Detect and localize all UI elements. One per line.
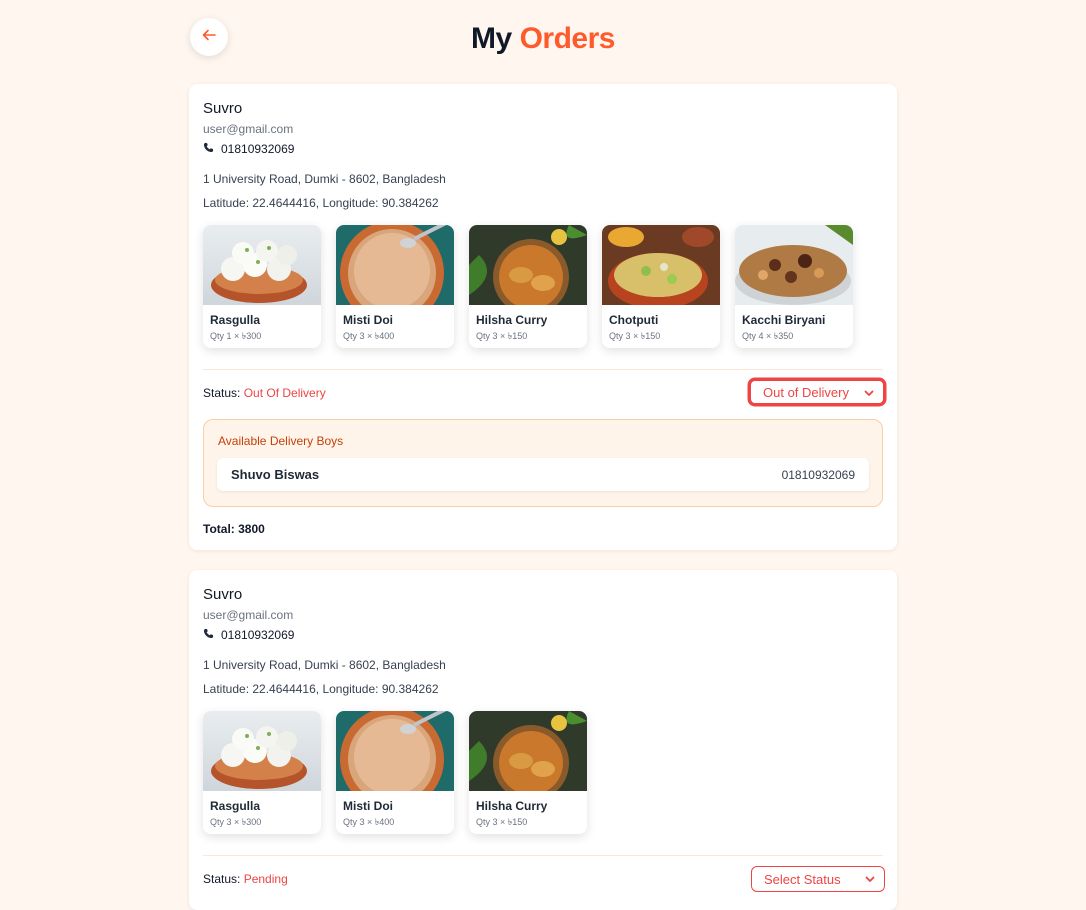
misti-doi-image	[336, 225, 454, 305]
status-value: Out Of Delivery	[243, 386, 326, 400]
kacchi-biryani-image	[735, 225, 853, 305]
order-item: Misti Doi Qty 3 × ৳400	[336, 711, 454, 834]
item-quantity: Qty 1 × ৳300	[210, 331, 262, 341]
item-quantity: Qty 4 × ৳350	[742, 331, 794, 341]
status-select[interactable]: Select Status	[751, 866, 885, 892]
customer-coordinates: Latitude: 22.4644416, Longitude: 90.3842…	[203, 196, 439, 210]
customer-name: Suvro	[203, 586, 243, 603]
item-name: Misti Doi	[343, 799, 393, 813]
delivery-boys-title: Available Delivery Boys	[218, 434, 344, 448]
rasgulla-image	[203, 711, 321, 791]
hilsha-curry-image	[469, 225, 587, 305]
divider	[203, 369, 883, 370]
item-quantity: Qty 3 × ৳150	[476, 817, 528, 827]
order-item: Hilsha Curry Qty 3 × ৳150	[469, 711, 587, 834]
customer-phone: 01810932069	[203, 142, 294, 156]
item-name: Hilsha Curry	[476, 313, 548, 327]
order-item: Rasgulla Qty 1 × ৳300	[203, 225, 321, 348]
status-select[interactable]: Out of Delivery	[749, 379, 885, 405]
delivery-boy-row[interactable]: Shuvo Biswas 01810932069	[217, 458, 869, 491]
order-card: Suvro user@gmail.com 01810932069 1 Unive…	[189, 570, 897, 910]
status-value: Pending	[243, 872, 288, 886]
chevron-down-icon	[864, 873, 876, 888]
item-name: Rasgulla	[210, 313, 261, 327]
order-items: Rasgulla Qty 3 × ৳300 Misti Doi Qty 3 × …	[203, 711, 587, 834]
item-quantity: Qty 3 × ৳150	[476, 331, 528, 341]
customer-email: user@gmail.com	[203, 122, 294, 136]
order-status: Status: Out Of Delivery	[203, 386, 326, 400]
item-quantity: Qty 3 × ৳400	[343, 331, 395, 341]
chevron-down-icon	[863, 387, 875, 402]
divider	[203, 855, 883, 856]
item-name: Hilsha Curry	[476, 799, 548, 813]
customer-address: 1 University Road, Dumki - 8602, Banglad…	[203, 658, 446, 672]
item-name: Rasgulla	[210, 799, 261, 813]
customer-address: 1 University Road, Dumki - 8602, Banglad…	[203, 172, 446, 186]
order-item: Chotputi Qty 3 × ৳150	[602, 225, 720, 348]
item-name: Chotputi	[609, 313, 659, 327]
order-item: Hilsha Curry Qty 3 × ৳150	[469, 225, 587, 348]
customer-phone: 01810932069	[203, 628, 294, 642]
customer-name: Suvro	[203, 100, 243, 117]
chotputi-image	[602, 225, 720, 305]
misti-doi-image	[336, 711, 454, 791]
order-items: Rasgulla Qty 1 × ৳300 Misti Doi Qty 3 × …	[203, 225, 853, 348]
item-quantity: Qty 3 × ৳400	[343, 817, 395, 827]
order-item: Kacchi Biryani Qty 4 × ৳350	[735, 225, 853, 348]
item-quantity: Qty 3 × ৳150	[609, 331, 661, 341]
customer-email: user@gmail.com	[203, 608, 294, 622]
hilsha-curry-image	[469, 711, 587, 791]
phone-icon	[203, 142, 214, 156]
order-status: Status: Pending	[203, 872, 288, 886]
item-quantity: Qty 3 × ৳300	[210, 817, 262, 827]
order-item: Rasgulla Qty 3 × ৳300	[203, 711, 321, 834]
customer-coordinates: Latitude: 22.4644416, Longitude: 90.3842…	[203, 682, 439, 696]
phone-icon	[203, 628, 214, 642]
order-total: Total: 3800	[203, 522, 265, 536]
page-title: My Orders	[471, 22, 615, 55]
delivery-boys-panel: Available Delivery Boys Shuvo Biswas 018…	[203, 419, 883, 507]
delivery-boy-phone: 01810932069	[781, 467, 855, 482]
order-item: Misti Doi Qty 3 × ৳400	[336, 225, 454, 348]
order-card: Suvro user@gmail.com 01810932069 1 Unive…	[189, 84, 897, 550]
rasgulla-image	[203, 225, 321, 305]
item-name: Kacchi Biryani	[742, 313, 826, 327]
delivery-boy-name: Shuvo Biswas	[231, 467, 320, 482]
item-name: Misti Doi	[343, 313, 393, 327]
